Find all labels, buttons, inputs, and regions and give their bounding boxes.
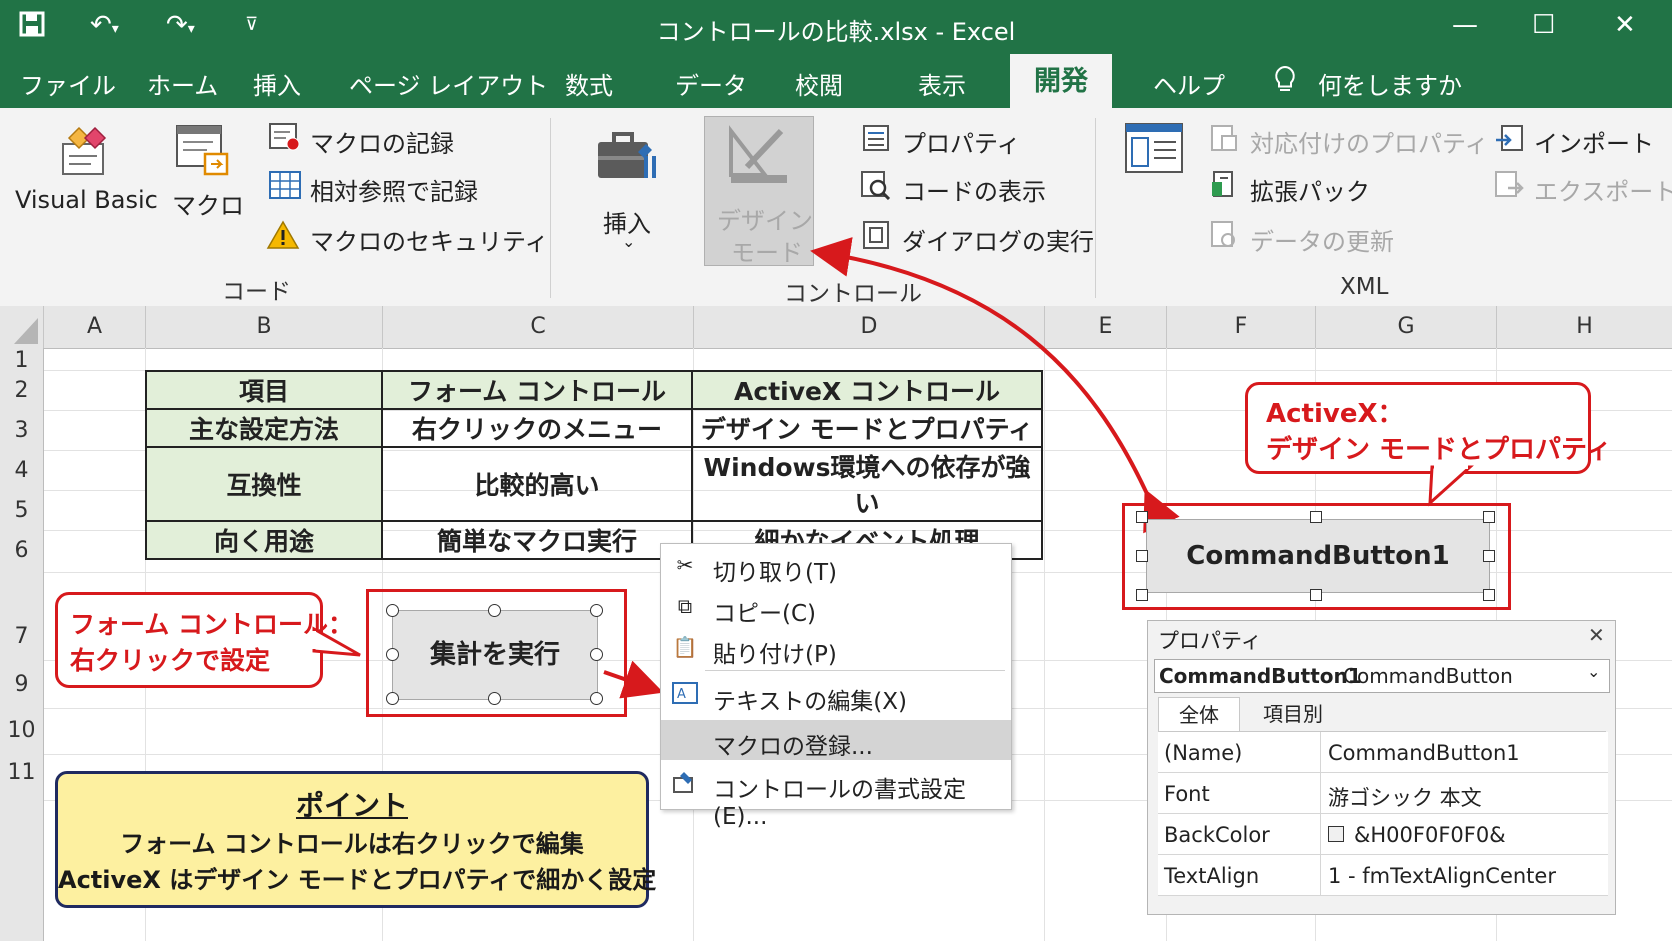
- point-note-box: ポイント フォーム コントロールは右クリックで編集 ActiveX はデザイン …: [55, 771, 657, 908]
- scissors-icon: ✂: [676, 553, 694, 577]
- activex-callout-line-2: デザイン モードとプロパティ: [1266, 435, 1612, 465]
- menu-item-paste[interactable]: 📋 貼り付け(P): [661, 628, 1011, 668]
- activex-callout-line-1: ActiveX：: [1266, 399, 1404, 429]
- form-control-button[interactable]: 集計を実行: [392, 610, 598, 700]
- object-type: CommandButton: [1343, 664, 1513, 688]
- arrow-activex-to-design-mode: [810, 237, 1180, 534]
- property-row[interactable]: BackColor &H00F0F0F0&: [1158, 814, 1608, 855]
- properties-title: プロパティ: [1158, 629, 1262, 653]
- resize-handle[interactable]: [1310, 589, 1322, 601]
- close-icon[interactable]: ✕: [1588, 623, 1605, 647]
- form-callout-line-2: 右クリックで設定: [70, 646, 271, 675]
- resize-handle[interactable]: [1136, 550, 1148, 562]
- point-title: ポイント: [295, 789, 408, 822]
- resize-handle[interactable]: [1483, 550, 1495, 562]
- activex-command-button[interactable]: CommandButton1: [1146, 519, 1490, 593]
- resize-handle[interactable]: [488, 692, 501, 705]
- format-control-icon: [671, 770, 699, 796]
- resize-handle[interactable]: [590, 648, 603, 661]
- resize-handle[interactable]: [386, 604, 399, 617]
- point-line-2: ActiveX はデザイン モードとプロパティで細かく設定: [58, 866, 657, 894]
- menu-item-edit-text[interactable]: A テキストの編集(X): [661, 675, 1011, 715]
- resize-handle[interactable]: [590, 604, 603, 617]
- paste-icon: 📋: [672, 635, 698, 659]
- resize-handle[interactable]: [1483, 511, 1495, 523]
- callout-tail: [312, 626, 361, 657]
- object-name: CommandButton1: [1159, 664, 1362, 688]
- callout-tail: [1428, 465, 1474, 507]
- context-menu: ✂ 切り取り(T) ⧉ コピー(C) 📋 貼り付け(P) A テキストの編集(X…: [660, 543, 1012, 830]
- tab-categorized[interactable]: 項目別: [1248, 697, 1338, 731]
- resize-handle[interactable]: [1483, 589, 1495, 601]
- property-row[interactable]: TextAlign 1 - fmTextAlignCenter: [1158, 855, 1608, 896]
- svg-text:A: A: [677, 687, 686, 702]
- copy-icon: ⧉: [677, 594, 693, 618]
- menu-item-copy[interactable]: ⧉ コピー(C): [661, 587, 1011, 627]
- color-swatch: [1328, 826, 1344, 842]
- resize-handle[interactable]: [386, 692, 399, 705]
- resize-handle[interactable]: [386, 648, 399, 661]
- form-control-callout: フォーム コントロール： 右クリックで設定: [55, 592, 353, 688]
- point-line-1: フォーム コントロールは右クリックで編集: [120, 830, 584, 858]
- resize-handle[interactable]: [1310, 511, 1322, 523]
- properties-window: プロパティ ✕ CommandButton1 CommandButton ⌄ 全…: [1147, 620, 1616, 915]
- resize-handle[interactable]: [1136, 589, 1148, 601]
- menu-item-cut[interactable]: ✂ 切り取り(T): [661, 546, 1011, 586]
- form-callout-line-1: フォーム コントロール：: [70, 610, 353, 639]
- resize-handle[interactable]: [590, 692, 603, 705]
- menu-item-assign-macro[interactable]: マクロの登録...: [661, 720, 1011, 760]
- property-row[interactable]: (Name) CommandButton1: [1158, 732, 1608, 773]
- resize-handle[interactable]: [1136, 511, 1148, 523]
- chevron-down-icon: ⌄: [1587, 662, 1601, 681]
- activex-callout: ActiveX： デザイン モードとプロパティ: [1245, 382, 1612, 474]
- object-selector[interactable]: CommandButton1 CommandButton ⌄: [1154, 659, 1610, 693]
- property-row[interactable]: Font 游ゴシック 本文: [1158, 773, 1608, 814]
- menu-separator: [705, 670, 1005, 671]
- edit-text-icon: A: [671, 682, 699, 708]
- menu-item-format-control[interactable]: コントロールの書式設定(E)...: [661, 763, 1011, 830]
- resize-handle[interactable]: [488, 604, 501, 617]
- tab-alphabetic[interactable]: 全体: [1158, 697, 1240, 732]
